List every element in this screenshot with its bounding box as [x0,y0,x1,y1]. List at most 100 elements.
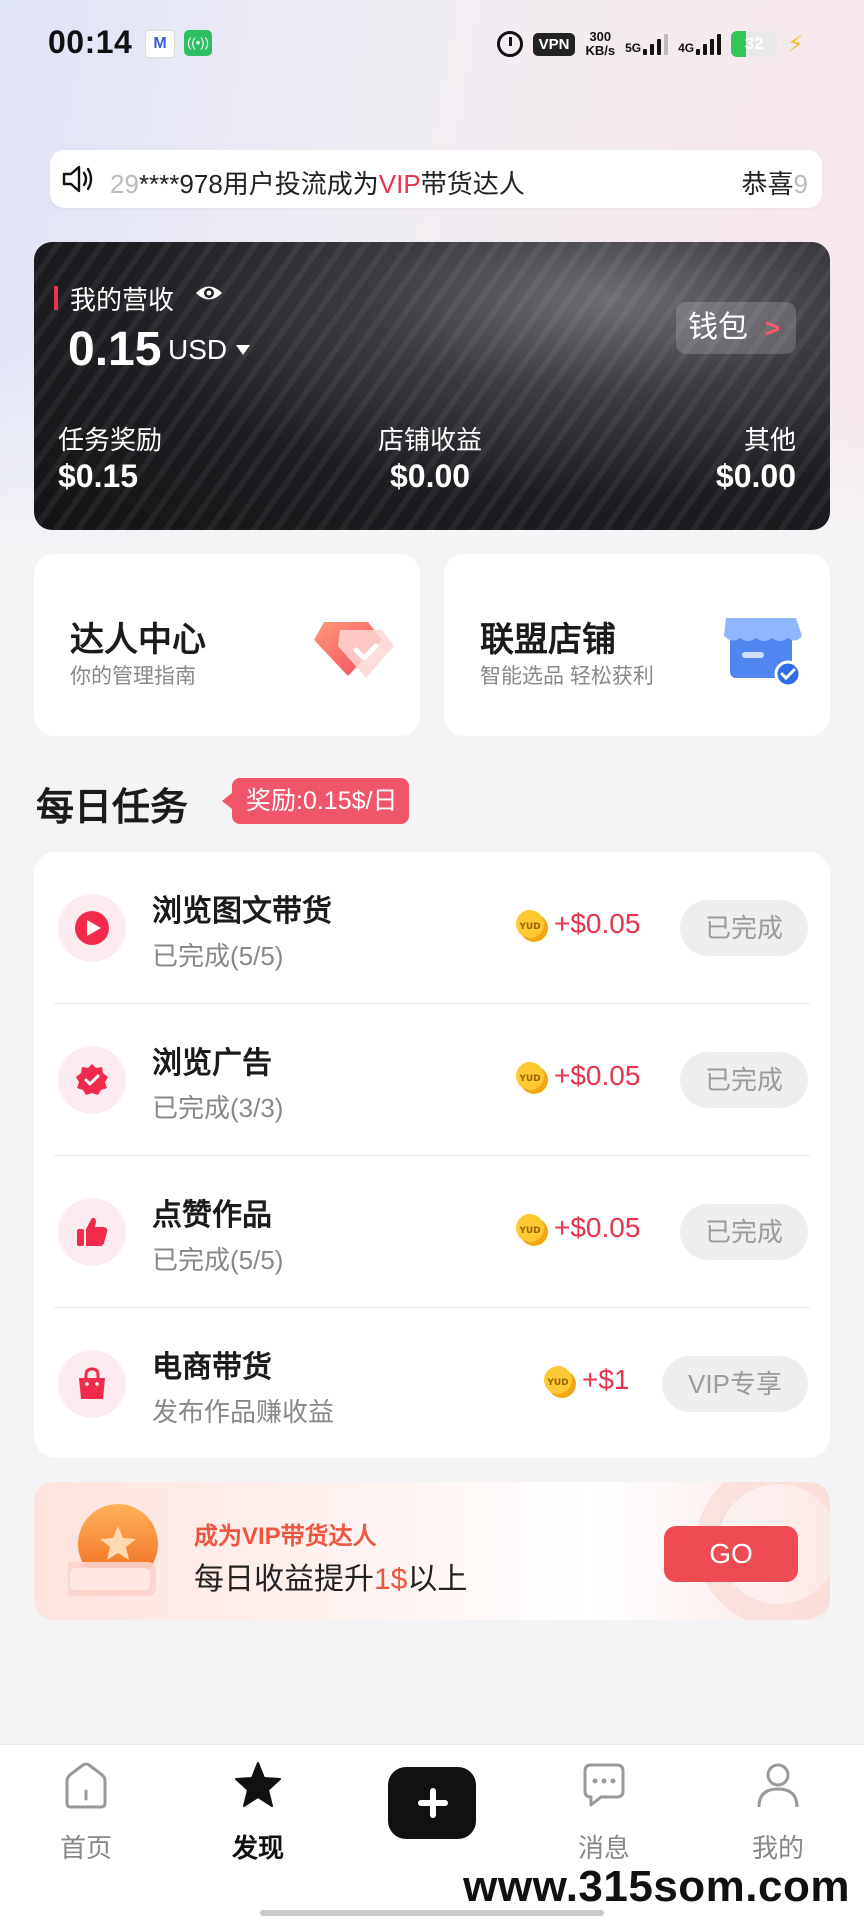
watermark: www.315som.com [463,1862,850,1911]
create-post-button[interactable] [388,1767,476,1839]
task-name: 电商带货 [152,1351,272,1384]
task-icon-circle [58,1198,126,1266]
nav-messages[interactable]: 消息 [544,1759,664,1865]
marquee-tail: 带货达人 [420,169,525,199]
status-bar: 00:14 M ((•)) VPN 300 KB/s 5G 4G 32 ⚡ [0,0,864,90]
wallet-button[interactable]: 钱包 > [676,302,796,354]
task-icon-circle [58,894,126,962]
nav-discover-label: 发现 [231,1833,284,1863]
store-icon [724,618,802,688]
caret-down-icon[interactable] [236,345,250,355]
diamond-icon [314,622,394,678]
coin-icon: YUD [516,1214,548,1246]
task-icon-circle [58,1350,126,1418]
vip-promo-highlight: 1$ [374,1563,408,1596]
alliance-store-card[interactable]: 联盟店铺 智能选品 轻松获利 [444,554,830,736]
nav-messages-label: 消息 [577,1833,630,1863]
marquee-next-text: 恭喜 [741,169,794,199]
coin-label: YUD [546,1378,568,1388]
home-indicator[interactable] [260,1910,604,1916]
alarm-icon [496,31,523,57]
battery-level: 32 [744,34,764,53]
net2-label: 4G [678,41,695,55]
signal-bars-icon [696,33,722,55]
task-status: 已完成(3/3) [152,1093,284,1123]
task-row: 浏览广告 已完成(3/3) YUD +$0.05 已完成 [34,1004,830,1156]
currency-selector[interactable]: USD [168,334,227,366]
nav-profile-label: 我的 [751,1833,804,1863]
revenue-amount: 0.15 [68,323,162,376]
marquee-vip: VIP [378,169,421,199]
creator-center-subtitle: 你的管理指南 [70,665,196,688]
vip-only-button[interactable]: VIP专享 [662,1356,808,1412]
coin-label: YUD [518,1074,540,1084]
task-name: 浏览图文带货 [152,895,332,928]
store-income-label: 店铺收益 [378,425,483,455]
coin-icon: YUD [516,910,548,942]
charging-icon: ⚡ [787,30,804,58]
task-reward: +$0.05 [554,908,641,939]
marquee-next: 恭喜9 [742,164,808,201]
creator-center-title: 达人中心 [70,621,206,659]
signal-5g: 5G [625,33,669,55]
task-reward: +$1 [582,1364,630,1395]
task-reward-value: $0.15 [58,458,139,494]
task-name: 浏览广告 [152,1047,272,1080]
store-income-value: $0.00 [390,458,471,494]
task-row: 点赞作品 已完成(5/5) YUD +$0.05 已完成 [34,1156,830,1308]
task-status: 发布作品赚收益 [152,1397,335,1427]
daily-tasks-title: 每日任务 [36,787,189,829]
other-label: 其他 [743,425,796,455]
signal-bars-icon [643,33,669,55]
star-icon [235,1762,281,1807]
speed-value: 300 [589,29,612,44]
coin-label: YUD [518,922,540,932]
task-reward: +$0.05 [554,1060,641,1091]
other-value: $0.00 [715,458,796,494]
vip-promo-banner[interactable]: 成为VIP带货达人 每日收益提升1$以上 GO [34,1482,830,1620]
nav-discover[interactable]: 发现 [198,1759,318,1865]
message-icon [583,1763,625,1807]
hotspot-icon: ((•)) [184,30,212,56]
task-done-button[interactable]: 已完成 [680,900,808,956]
shopping-bag-icon [79,1367,105,1399]
revenue-title: 我的营收 [70,285,175,315]
title-accent-bar [54,286,58,310]
nav-home[interactable]: 首页 [26,1759,146,1865]
creator-center-card[interactable]: 达人中心 你的管理指南 [34,554,420,736]
coin-icon: YUD [544,1366,576,1398]
marquee-next-fade: 9 [793,169,808,199]
announcement-marquee[interactable]: 29****978用户投流成为VIP带货达人 恭喜9 [50,150,822,208]
profile-icon [757,1763,799,1808]
speed-unit: KB/s [585,43,616,58]
mail-icon: M [145,30,175,58]
marquee-prefix: 29 [110,169,139,199]
nav-home-label: 首页 [59,1833,112,1863]
task-done-button[interactable]: 已完成 [680,1052,808,1108]
marquee-text: 29****978用户投流成为VIP带货达人 [110,164,525,201]
eye-icon[interactable] [194,282,224,304]
network-speed: 300 KB/s [585,30,615,58]
task-list: 浏览图文带货 已完成(5/5) YUD +$0.05 已完成 浏览广告 已完成(… [34,852,830,1458]
signal-4g: 4G [678,33,722,55]
chevron-right-icon: > [764,313,780,343]
task-name: 点赞作品 [152,1199,272,1232]
vip-medal-icon [68,1504,158,1596]
go-button[interactable]: GO [664,1526,798,1582]
battery-icon: 32 [731,31,778,57]
task-status: 已完成(5/5) [152,1245,284,1275]
daily-reward-badge: 奖励:0.15$/日 [221,778,410,824]
nav-profile[interactable]: 我的 [718,1759,838,1865]
coin-label: YUD [518,1226,540,1236]
revenue-card: 我的营收 0.15 USD 钱包 > 任务奖励 $0.15 店铺收益 $0.00… [34,242,830,530]
home-icon [65,1762,107,1809]
play-icon [75,911,109,945]
status-time: 00:14 [48,24,133,60]
vip-promo-title: 成为VIP带货达人 [194,1523,377,1550]
task-row: 电商带货 发布作品赚收益 YUD +$1 VIP专享 [34,1308,830,1460]
task-row: 浏览图文带货 已完成(5/5) YUD +$0.05 已完成 [34,852,830,1004]
task-status: 已完成(5/5) [152,941,284,971]
badge-check-icon [76,1064,108,1095]
task-done-button[interactable]: 已完成 [680,1204,808,1260]
alliance-store-title: 联盟店铺 [480,621,616,659]
